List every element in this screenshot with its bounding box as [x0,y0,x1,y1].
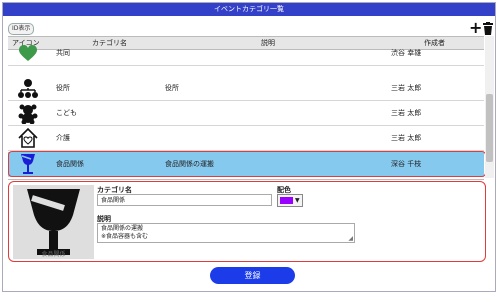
selected-row-highlight [8,151,486,177]
table-row[interactable]: 共同 渋谷 幸雄 [8,41,484,66]
icon-preview[interactable]: 食品関係 [13,185,94,259]
trash-icon[interactable] [482,22,494,35]
house-heart-icon [10,126,46,151]
table-row[interactable]: こども 三岩 太郎 [8,101,484,126]
category-name: 介護 [56,134,70,142]
color-picker[interactable]: ▼ [277,194,303,207]
category-author: 渋谷 幸雄 [391,49,422,57]
org-chart-icon [10,76,46,101]
teddy-bear-icon [10,101,46,126]
category-name: こども [56,109,77,117]
table-row[interactable]: 役所 役所 三岩 太郎 [8,76,484,101]
resize-grip-icon[interactable]: ◢ [348,236,353,242]
category-author: 三岩 太郎 [391,134,422,142]
category-name: 役所 [56,84,70,92]
preview-caption: 食品関係 [41,251,66,258]
table-scrollbar[interactable] [485,36,494,178]
table-row[interactable]: 介護 三岩 太郎 [8,126,484,151]
plus-icon[interactable]: + [469,20,482,36]
category-name-input[interactable]: 食品関係 [97,194,272,206]
color-swatch [280,197,293,204]
category-detail-panel: 食品関係 カテゴリ名 食品関係 配色 ▼ 説明 食品関係の運搬 ※食品容器も含む… [8,181,486,262]
category-description: 役所 [165,84,179,92]
category-list-window: イベントカテゴリ一覧 ID表示 + アイコン カテゴリ名 説明 作成者 共同 渋… [2,2,496,292]
description-textarea[interactable]: 食品関係の運搬 ※食品容器も含む ◢ [97,223,355,243]
description-text: 食品関係の運搬 ※食品容器も含む [101,225,149,240]
category-author: 三岩 太郎 [391,109,422,117]
id-display-toggle[interactable]: ID表示 [8,23,35,35]
heart-icon [10,41,46,66]
category-name: 共同 [56,49,70,57]
scrollbar-thumb[interactable] [486,94,493,162]
category-author: 三岩 太郎 [391,84,422,92]
dropdown-arrow-icon: ▼ [295,197,300,204]
window-title: イベントカテゴリ一覧 [3,3,495,16]
register-button[interactable]: 登録 [210,267,295,284]
